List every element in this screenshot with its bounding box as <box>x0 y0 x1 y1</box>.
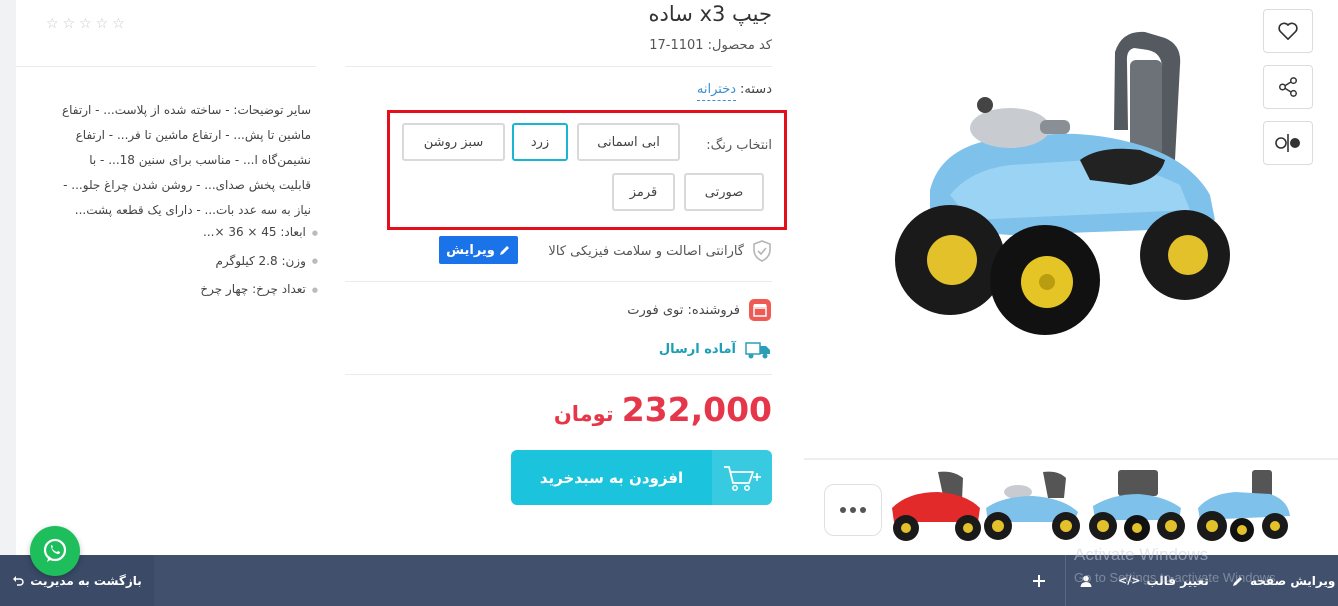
divider <box>345 281 772 282</box>
divider <box>16 66 316 67</box>
color-option-red[interactable]: قرمز <box>612 173 675 211</box>
add-button[interactable] <box>1032 555 1046 606</box>
seller-line: فروشنده: توی فورت <box>627 298 772 322</box>
thumbnail-red[interactable] <box>888 468 993 542</box>
product-code: کد محصول: 1101-17 <box>649 38 772 53</box>
rating-stars[interactable]: ☆☆☆☆☆ <box>46 16 129 32</box>
whatsapp-button[interactable] <box>30 526 80 576</box>
color-option-pink[interactable]: صورتی <box>684 173 764 211</box>
product-description: سایر توضیحات: - ساخته شده از پلاست... - … <box>61 103 311 217</box>
add-to-cart-button[interactable]: افزودن به سبدخرید <box>511 450 772 505</box>
color-option-yellow[interactable]: زرد <box>512 123 568 161</box>
color-option-sky-blue[interactable]: ابی اسمانی <box>577 123 680 161</box>
cart-icon <box>724 465 761 491</box>
divider <box>345 374 772 375</box>
plus-icon <box>1033 574 1045 587</box>
guarantee-line: گارانتی اصالت و سلامت فیزیکی کالا <box>548 240 772 262</box>
attribute-weight: وزن: 2.8 کیلوگرم <box>200 247 318 276</box>
edit-button[interactable]: ویرایش <box>439 236 518 264</box>
shipping-status: آماده ارسال <box>659 338 772 360</box>
activate-windows-watermark: Activate Windows <box>1074 545 1209 564</box>
category-link[interactable]: دخترانه <box>696 82 737 101</box>
color-label: انتخاب رنگ: <box>706 138 772 153</box>
gallery-divider <box>804 458 1338 460</box>
share-icon <box>1279 77 1297 97</box>
attribute-wheels: تعداد چرخ: چهار چرخ <box>200 275 318 304</box>
thumbnail-blue-front[interactable] <box>1190 468 1295 542</box>
seller-name[interactable]: توی فورت <box>627 303 683 318</box>
delivery-truck-icon <box>745 342 770 359</box>
category-line: دسته:دخترانه <box>696 82 772 101</box>
product-main-image[interactable] <box>890 20 1240 340</box>
divider <box>345 66 772 67</box>
more-images-button[interactable] <box>824 484 882 536</box>
activate-windows-hint: Go to Settings to activate Windows. <box>1074 570 1280 585</box>
compare-icon <box>1275 134 1300 152</box>
product-attributes: ابعاد: 45 × 36 ×... وزن: 2.8 کیلوگرم تعد… <box>200 218 318 304</box>
price-value: 232,000 <box>621 390 772 429</box>
compare-button[interactable] <box>1263 121 1313 165</box>
price-currency: تومان <box>553 402 614 426</box>
bar-separator <box>1065 555 1066 606</box>
store-icon <box>749 299 771 321</box>
product-title: جیپ x3 ساده <box>648 2 772 26</box>
price: 232,000 تومان <box>554 390 772 429</box>
thumbnail-blue-back[interactable] <box>978 468 1083 542</box>
color-option-light-green[interactable]: سبز روشن <box>402 123 505 161</box>
heart-icon <box>1278 22 1298 40</box>
undo-icon <box>13 575 24 586</box>
pencil-icon <box>499 246 509 255</box>
thumbnail-blue-side[interactable] <box>1083 468 1188 542</box>
shield-icon <box>753 240 771 262</box>
share-button[interactable] <box>1263 65 1313 109</box>
wishlist-button[interactable] <box>1263 9 1313 53</box>
attribute-dimensions: ابعاد: 45 × 36 ×... <box>200 218 318 247</box>
whatsapp-icon <box>43 538 67 562</box>
